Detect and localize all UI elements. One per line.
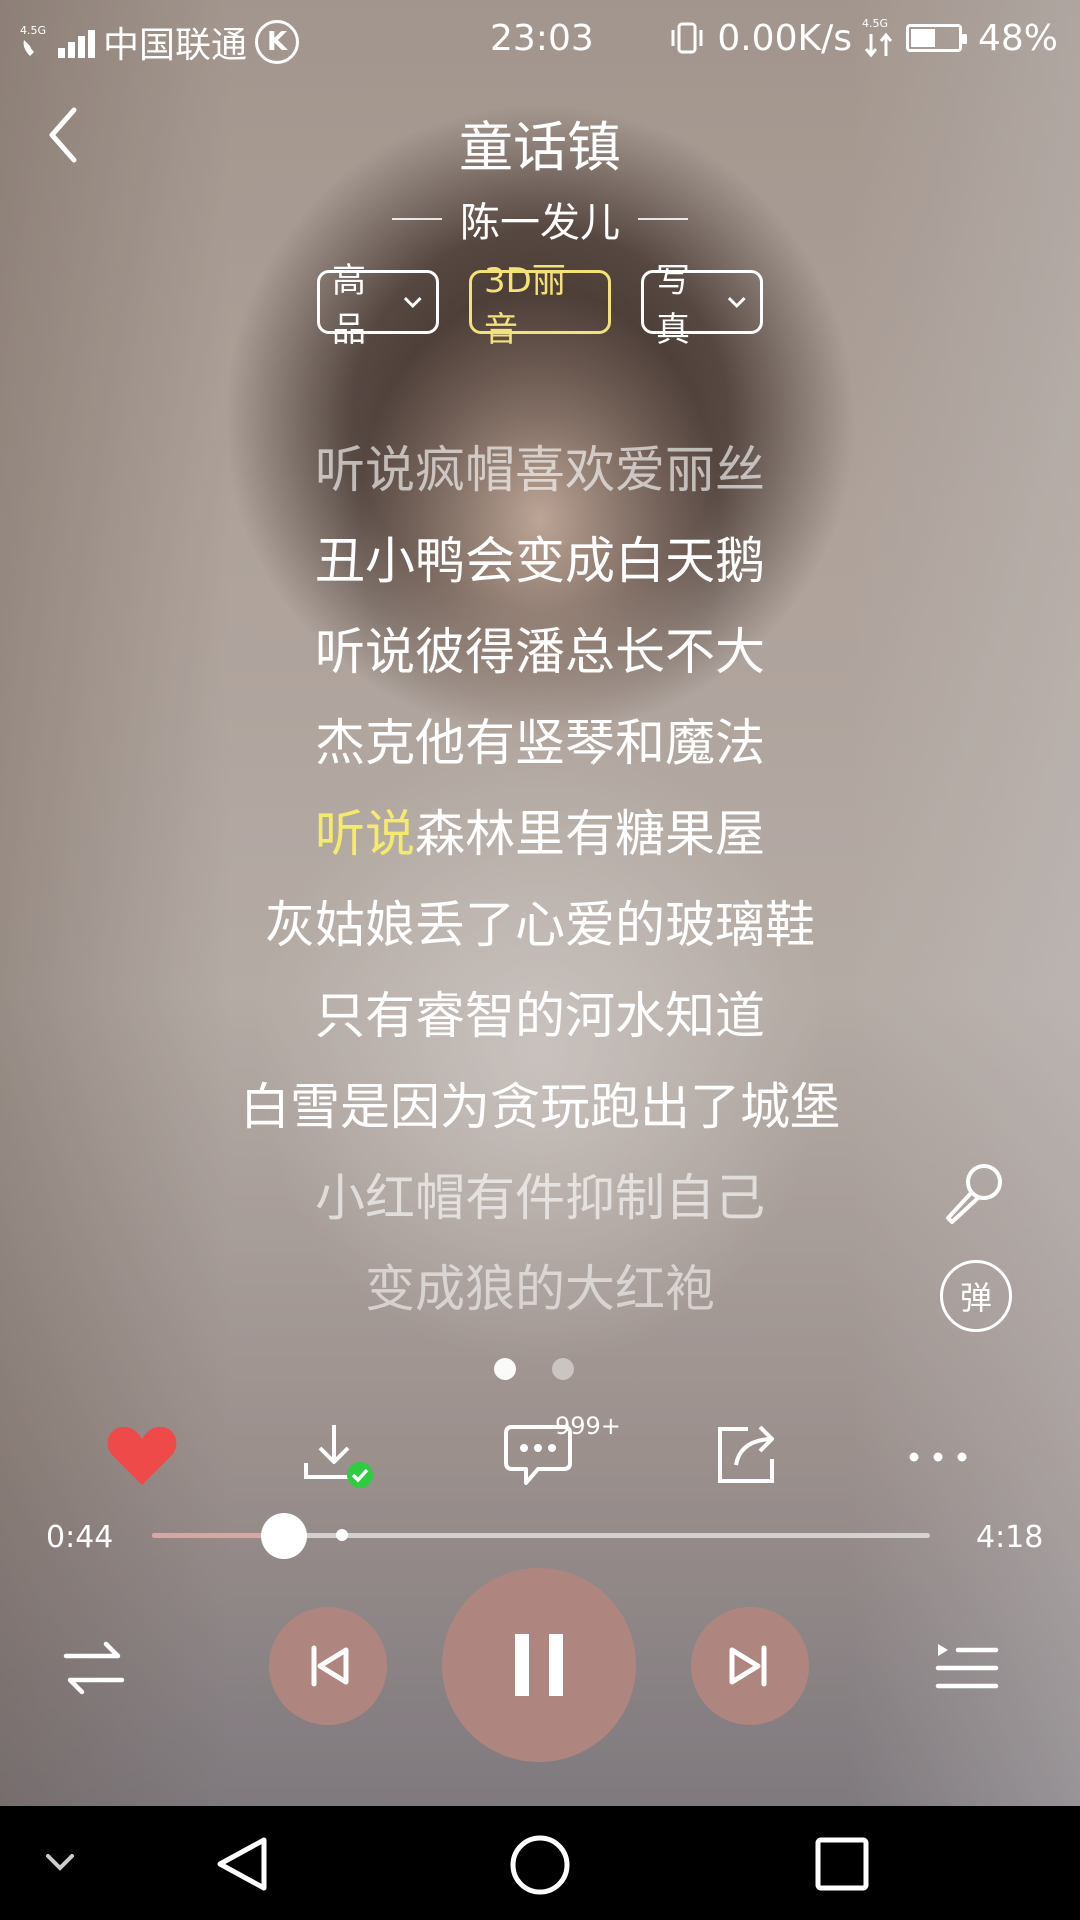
like-button[interactable]	[102, 1415, 182, 1495]
status-bar: 4.5G 中国联通 K 23:03 0.00K/s 4.5G 48%	[0, 0, 1080, 80]
buffer-marker	[336, 1529, 348, 1541]
vibrate-icon	[671, 22, 703, 54]
option-chips: 高品 3D丽音 写真	[0, 261, 1080, 350]
total-duration: 4:18	[976, 1520, 1044, 1555]
quality-label: 高品	[332, 261, 366, 350]
skip-previous-icon	[311, 1645, 349, 1687]
lyrics-panel[interactable]: 听说疯帽喜欢爱丽丝 丑小鸭会变成白天鹅 听说彼得潘总长不大 杰克他有竖琴和魔法 …	[0, 425, 1080, 1335]
signal-bars-icon	[58, 26, 95, 58]
more-options-button[interactable]	[898, 1415, 978, 1495]
lyric-line: 灰姑娘丢了心爱的玻璃鞋	[265, 896, 815, 954]
more-dots-icon	[909, 1452, 967, 1462]
current-lyric-line: 听说森林里有糖果屋	[0, 789, 1080, 880]
playlist-icon[interactable]	[930, 1632, 1002, 1704]
skip-next-icon	[729, 1645, 767, 1687]
page-dot-active	[494, 1358, 516, 1380]
page-dot	[552, 1358, 574, 1380]
chevron-down-icon	[727, 297, 746, 308]
lyric-line: 听说疯帽喜欢爱丽丝	[315, 441, 765, 499]
heart-icon	[107, 1426, 177, 1485]
network-speed: 0.00K/s	[717, 17, 852, 59]
elapsed-time: 0:44	[46, 1520, 114, 1555]
artist-dash-left	[392, 218, 442, 220]
carrier-badge-icon: K	[255, 20, 300, 64]
download-icon	[304, 1425, 373, 1488]
artist-name[interactable]: 陈一发儿	[460, 190, 620, 248]
battery-percent: 48%	[977, 17, 1058, 59]
lyric-line: 听说彼得潘总长不大	[315, 623, 765, 681]
data-arrows-icon: 4.5G	[862, 17, 893, 58]
quality-dropdown[interactable]: 高品	[317, 261, 439, 350]
download-button[interactable]	[294, 1415, 374, 1495]
comment-count-badge: 999+	[555, 1412, 621, 1440]
pause-icon	[515, 1634, 563, 1696]
photo-label: 写真	[656, 261, 690, 350]
lyric-line: 白雪是因为贪玩跑出了城堡	[240, 1078, 840, 1136]
back-triangle-icon[interactable]	[210, 1832, 274, 1896]
3d-sound-label: 3D丽音	[484, 261, 566, 350]
lyric-line: 丑小鸭会变成白天鹅	[315, 532, 765, 590]
share-icon	[718, 1425, 774, 1483]
progress-thumb[interactable]	[261, 1513, 308, 1559]
artist-row[interactable]: 陈一发儿	[0, 190, 1080, 248]
lyric-line: 变成狼的大红袍	[365, 1260, 715, 1318]
status-left: 4.5G 中国联通 K	[20, 16, 300, 68]
lyric-sung-part: 听说	[315, 805, 415, 863]
battery-icon	[905, 24, 967, 52]
recents-square-icon[interactable]	[812, 1834, 872, 1894]
action-row	[0, 1415, 1080, 1515]
artist-dash-right	[638, 218, 688, 220]
carrier-name: 中国联通	[103, 25, 248, 66]
next-track-button[interactable]	[691, 1607, 809, 1725]
status-time: 23:03	[490, 18, 594, 59]
system-nav-bar	[0, 1806, 1080, 1920]
page-indicator	[494, 1358, 574, 1380]
chevron-down-icon	[403, 297, 422, 308]
phone-signal-icon: 4.5G	[20, 24, 46, 56]
share-button[interactable]	[708, 1415, 788, 1495]
3d-sound-button[interactable]: 3D丽音	[469, 261, 611, 350]
svg-text:4.5G: 4.5G	[862, 17, 888, 30]
pause-button[interactable]	[442, 1568, 636, 1762]
hide-navbar-chevron-icon[interactable]	[42, 1848, 78, 1878]
lyric-line: 杰克他有竖琴和魔法	[315, 714, 765, 772]
lyric-unsung-part: 森林里有糖果屋	[415, 805, 765, 863]
lyric-line: 小红帽有件抑制自己	[315, 1169, 765, 1227]
shuffle-mode-icon[interactable]	[58, 1632, 130, 1704]
song-title: 童话镇	[459, 116, 621, 179]
danmu-toggle-button[interactable]: 弹	[940, 1260, 1012, 1332]
photo-dropdown[interactable]: 写真	[641, 261, 763, 350]
karaoke-mic-icon[interactable]	[940, 1158, 1010, 1228]
home-circle-icon[interactable]	[507, 1832, 573, 1898]
lyric-line: 只有睿智的河水知道	[315, 987, 765, 1045]
previous-track-button[interactable]	[269, 1607, 387, 1725]
svg-text:4.5G: 4.5G	[20, 24, 46, 37]
status-right: 0.00K/s 4.5G 48%	[667, 16, 1058, 60]
